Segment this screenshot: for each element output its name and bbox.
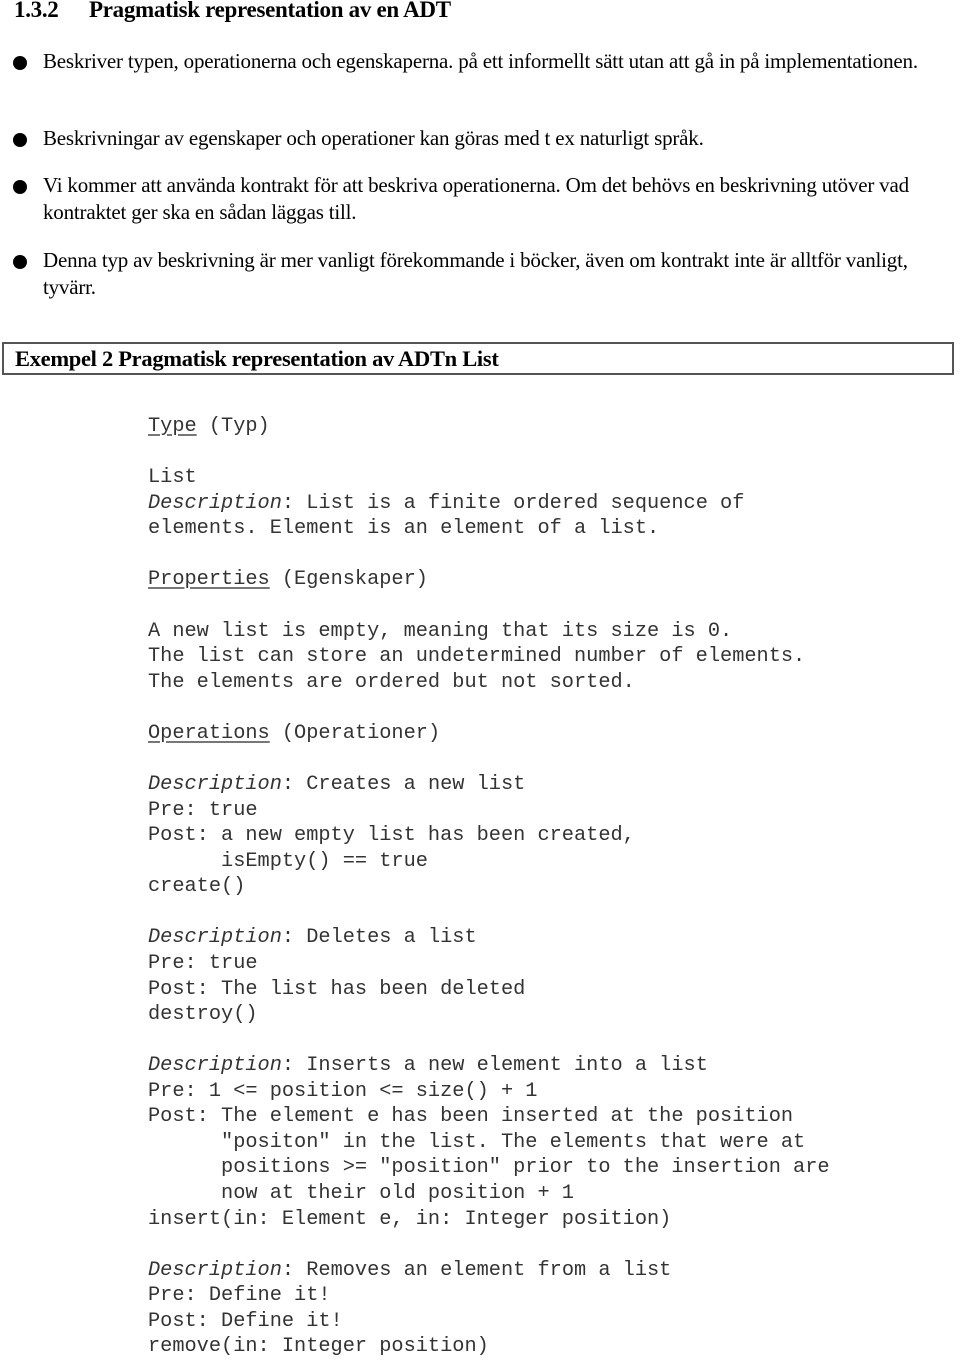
section-number: 1.3.2 <box>14 0 59 22</box>
operation-post: Post: The list has been deleted <box>148 978 526 1001</box>
properties-heading: Properties (Egenskaper) <box>148 567 428 593</box>
description-text: : Creates a new list <box>281 773 526 796</box>
section-title: Pragmatisk representation av en ADT <box>89 0 451 22</box>
type-description-cont: elements. Element is an element of a lis… <box>148 517 660 540</box>
operation-pre: Pre: true <box>148 799 258 822</box>
section-heading: 1.3.2 Pragmatisk representation av en ADT <box>14 0 451 23</box>
bullet-icon <box>13 133 27 147</box>
description-text: : Deletes a list <box>281 926 477 949</box>
description-text: : Inserts a new element into a list <box>281 1054 708 1077</box>
operation-signature: create() <box>148 875 246 898</box>
operation-signature: remove(in: Integer position) <box>148 1335 489 1358</box>
property-line: The list can store an undetermined numbe… <box>148 645 806 668</box>
operations-heading-label: Operations <box>148 722 270 745</box>
bullet-item: Beskriver typen, operationerna och egens… <box>0 48 940 75</box>
operation-description: Description: Creates a new list <box>148 772 525 798</box>
bullet-item: Vi kommer att använda kontrakt för att b… <box>0 172 940 226</box>
properties-heading-label: Properties <box>148 568 270 591</box>
operation-description: Description: Inserts a new element into … <box>148 1053 708 1079</box>
operation-post: Post: Define it! <box>148 1310 343 1333</box>
property-line: A new list is empty, meaning that its si… <box>148 620 733 643</box>
operation-description: Description: Removes an element from a l… <box>148 1258 671 1284</box>
property-line: The elements are ordered but not sorted. <box>148 671 635 694</box>
type-heading: Type (Typ) <box>148 414 270 440</box>
bullet-text: Denna typ av beskrivning är mer vanligt … <box>43 248 908 299</box>
description-label: Description <box>148 926 282 949</box>
bullet-icon <box>13 56 27 70</box>
bullet-icon <box>13 255 27 269</box>
operation-pre: Pre: Define it! <box>148 1284 331 1307</box>
operation-signature: insert(in: Element e, in: Integer positi… <box>148 1208 672 1231</box>
bullet-item: Beskrivningar av egenskaper och operatio… <box>0 125 940 152</box>
operation-post: isEmpty() == true <box>148 850 428 873</box>
description-text: : Removes an element from a list <box>281 1259 672 1282</box>
operation-post: Post: The element e has been inserted at… <box>148 1105 794 1128</box>
operation-post: positions >= "position" prior to the ins… <box>148 1156 830 1179</box>
description-label: Description <box>148 1259 282 1282</box>
operations-heading: Operations (Operationer) <box>148 721 440 747</box>
operation-description: Description: Deletes a list <box>148 925 477 951</box>
operation-signature: destroy() <box>148 1003 258 1026</box>
description-label: Description <box>148 773 282 796</box>
type-description: Description: List is a finite ordered se… <box>148 491 744 517</box>
description-label: Description <box>148 1054 282 1077</box>
type-heading-label: Type <box>148 415 197 438</box>
bullet-text: Beskriver typen, operationerna och egens… <box>43 49 918 73</box>
bullet-item: Denna typ av beskrivning är mer vanligt … <box>0 247 940 301</box>
bullet-text: Vi kommer att använda kontrakt för att b… <box>43 173 909 224</box>
example-title: Exempel 2 Pragmatisk representation av A… <box>15 346 499 371</box>
operation-pre: Pre: true <box>148 952 258 975</box>
operation-post: Post: a new empty list has been created, <box>148 824 635 847</box>
description-label: Description <box>148 492 282 515</box>
operations-heading-translation: (Operationer) <box>269 722 441 745</box>
description-text: : List is a finite ordered sequence of <box>281 492 745 515</box>
type-name: List <box>148 466 197 489</box>
bullet-icon <box>13 180 27 194</box>
type-heading-translation: (Typ) <box>196 415 270 438</box>
operation-post: now at their old position + 1 <box>148 1182 574 1205</box>
properties-heading-translation: (Egenskaper) <box>269 568 428 591</box>
example-title-box: Exempel 2 Pragmatisk representation av A… <box>2 342 954 375</box>
operation-post: "positon" in the list. The elements that… <box>148 1131 806 1154</box>
operation-pre: Pre: 1 <= position <= size() + 1 <box>148 1080 538 1103</box>
bullet-text: Beskrivningar av egenskaper och operatio… <box>43 126 704 150</box>
